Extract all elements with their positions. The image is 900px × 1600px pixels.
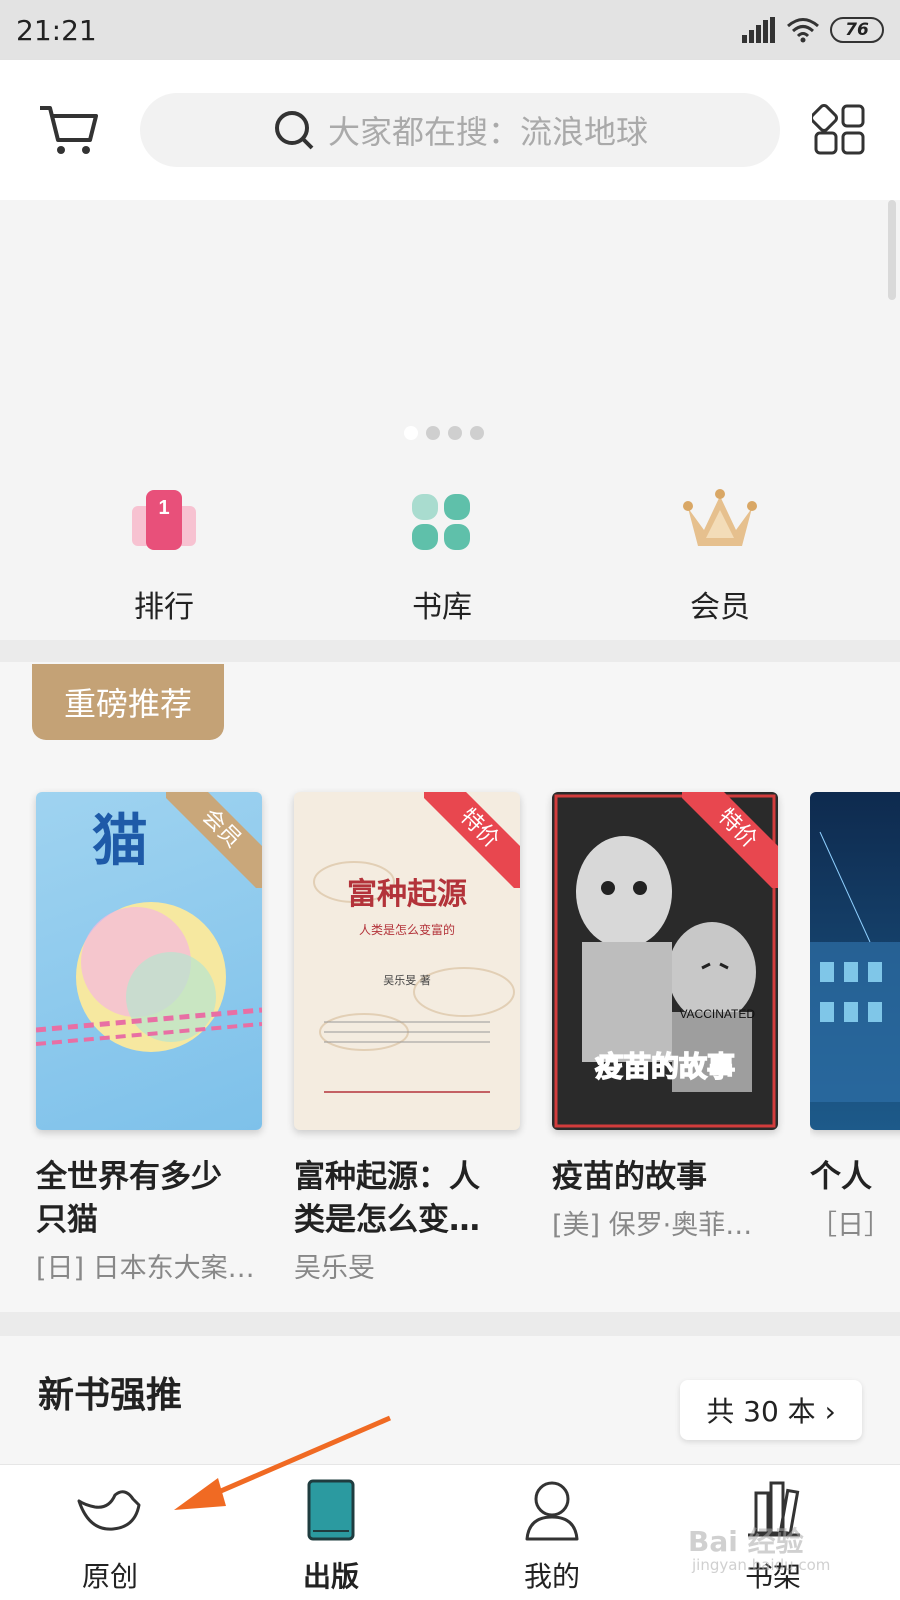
cover-subtitle-text: VACCINATED (679, 1007, 755, 1021)
quick-nav-library[interactable]: 书库 (362, 470, 522, 640)
search-placeholder: 大家都在搜：流浪地球 (327, 113, 648, 151)
tab-label: 出版 (302, 1560, 359, 1593)
search-input[interactable]: 大家都在搜：流浪地球 (140, 93, 780, 167)
book-cover[interactable]: 猫 会员 (36, 792, 262, 1130)
book-card[interactable]: 富种起源 人类是怎么变富的 吴乐旻 著 特价 富种起源：人 类是怎么变… 吴乐旻 (294, 792, 520, 1285)
annotation-arrow (174, 1415, 391, 1510)
carousel-dot[interactable] (404, 426, 418, 440)
cart-button[interactable] (36, 102, 100, 158)
tag-ribbon: 特价 (424, 792, 520, 888)
cover-title-text: 疫苗的故事 (595, 1050, 735, 1083)
ranking-icon: 1 (132, 490, 196, 550)
book-author: 吴乐旻 (294, 1253, 375, 1284)
book-title[interactable]: 全世界有多少 只猫 (36, 1156, 262, 1242)
quick-nav-label: 排行 (134, 590, 194, 625)
view-all-button[interactable]: 共 30 本 › (680, 1380, 862, 1440)
tab-label: 我的 (523, 1560, 580, 1593)
section-title: 新书强推 (38, 1375, 183, 1416)
user-icon (525, 1481, 579, 1541)
status-bar: 21:21 76 (0, 0, 900, 60)
book-title[interactable]: 富种起源：人 类是怎么变… (294, 1156, 520, 1242)
cover-title-text: 猫 (92, 809, 148, 874)
book-title[interactable]: 疫苗的故事 (552, 1156, 778, 1199)
carousel-dot[interactable] (448, 426, 462, 440)
signal-icon (742, 17, 775, 43)
tag-label: 特价 (424, 792, 520, 888)
quick-nav: 1 排行 书库 会员 (0, 470, 900, 640)
battery-indicator: 76 (830, 17, 884, 43)
tab-original[interactable]: 原创 (35, 1465, 185, 1600)
wifi-icon (787, 18, 819, 43)
book-card[interactable]: VACCINATED 疫苗的故事 特价 疫苗的故事 [美] 保罗·奥菲… (552, 792, 778, 1242)
cover-subtitle-text: 人类是怎么变富的 (359, 922, 455, 937)
tab-label: 原创 (81, 1560, 138, 1593)
search-icon (274, 111, 314, 150)
carousel-dot[interactable] (426, 426, 440, 440)
tag-label: 特价 (682, 792, 778, 888)
book-author: [日] 日本东大案… (36, 1253, 255, 1284)
cart-icon (40, 106, 98, 154)
quick-nav-label: 会员 (690, 590, 750, 625)
cover-author-text: 吴乐旻 著 (383, 973, 431, 987)
carousel-dot[interactable] (470, 426, 484, 440)
top-header: 大家都在搜：流浪地球 (0, 60, 900, 200)
book-cover[interactable] (810, 792, 900, 1130)
status-icons: 76 (742, 17, 884, 43)
new-books-section: 新书强推 共 30 本 › (0, 1336, 900, 1464)
library-icon (412, 494, 470, 550)
section-divider (0, 640, 900, 662)
book-card[interactable]: 猫 会员 全世界有多少 只猫 [日] 日本东大案… (36, 792, 262, 1285)
tag-label: 会员 (166, 792, 262, 888)
featured-recommendations: 重磅推荐 猫 会员 全世界有多少 只猫 [日] 日本东大案… 富种起源 人类是怎… (0, 662, 900, 1312)
status-time: 21:21 (16, 13, 97, 47)
quick-nav-ranking[interactable]: 1 排行 (84, 470, 244, 640)
crown-icon (683, 489, 757, 546)
tag-ribbon: 会员 (166, 792, 262, 888)
quick-nav-member[interactable]: 会员 (640, 470, 800, 640)
watermark: Bai 经验 (688, 1525, 804, 1558)
book-author: ［日］ (810, 1210, 891, 1241)
carousel-dots (404, 426, 484, 440)
book-author: [美] 保罗·奥菲… (552, 1210, 753, 1241)
book-cover[interactable]: VACCINATED 疫苗的故事 特价 (552, 792, 778, 1130)
tag-ribbon: 特价 (682, 792, 778, 888)
tab-mine[interactable]: 我的 (477, 1465, 627, 1600)
section-divider (0, 1312, 900, 1336)
cover-art (810, 831, 900, 1102)
book-cover[interactable]: 富种起源 人类是怎么变富的 吴乐旻 著 特价 (294, 792, 520, 1130)
quick-nav-label: 书库 (412, 590, 472, 625)
grid-icon (810, 104, 865, 155)
category-grid-button[interactable] (810, 102, 868, 158)
book-card[interactable]: 个人 ［日］ (810, 792, 900, 1242)
section-badge: 重磅推荐 (32, 664, 224, 740)
book-title[interactable]: 个人 (810, 1156, 900, 1199)
watermark-url: jingyan.baidu.com (692, 1556, 831, 1574)
scrollbar[interactable] (888, 200, 896, 300)
ranking-badge: 1 (158, 497, 169, 519)
bird-icon (77, 1490, 141, 1531)
